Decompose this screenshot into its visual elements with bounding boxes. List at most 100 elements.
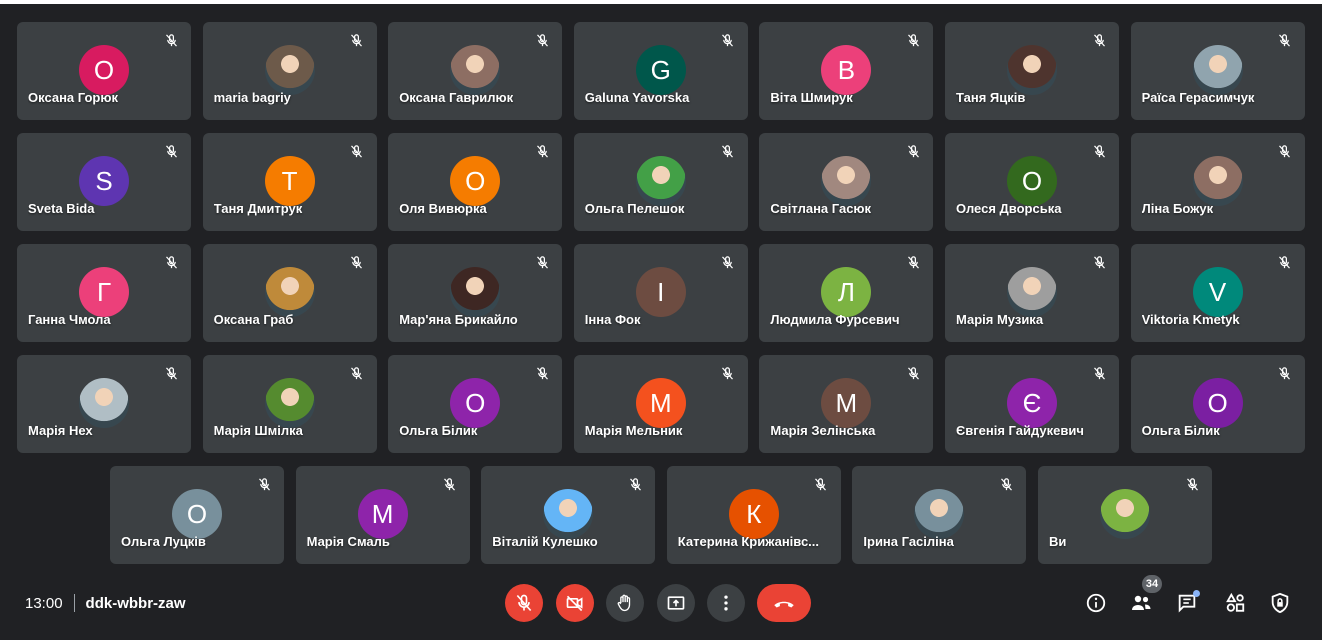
participant-tile[interactable]: Марія Музика (945, 244, 1119, 342)
present-screen-button[interactable] (657, 584, 695, 622)
participant-tile[interactable]: Мар'яна Брикайло (388, 244, 563, 342)
participant-photo (543, 489, 594, 539)
participant-photo (264, 267, 315, 317)
participant-avatar: О (1007, 156, 1057, 206)
participant-tile[interactable]: Оксана Граб (202, 244, 377, 342)
participant-tile[interactable]: М Марія Зелінська (759, 355, 934, 453)
raise-hand-button[interactable] (606, 584, 644, 622)
microphone-off-icon (722, 366, 734, 380)
participant-avatar: Л (821, 267, 872, 317)
participant-tile[interactable]: V Viktoria Kmetyk (1130, 244, 1305, 342)
people-button[interactable] (1128, 590, 1154, 616)
camera-toggle-button[interactable] (556, 584, 594, 622)
muted-mic-indicator (1089, 141, 1109, 161)
microphone-off-icon (1279, 366, 1291, 380)
participant-tile[interactable]: Ви (1038, 466, 1212, 564)
muted-mic-indicator (1275, 363, 1295, 383)
participant-tile[interactable]: О Ольга Луцків (110, 466, 284, 564)
leave-call-button[interactable] (757, 584, 811, 622)
microphone-off-icon (1000, 477, 1012, 491)
participant-tile[interactable]: Світлана Гасюк (759, 133, 934, 231)
meeting-time: 13:00 (25, 594, 63, 612)
meeting-info-button[interactable] (1083, 590, 1109, 616)
participant-tile[interactable]: Віталій Кулешко (481, 466, 656, 564)
muted-mic-indicator (718, 30, 738, 50)
participant-photo (450, 45, 501, 95)
participant-tile[interactable]: Ольга Пелешок (573, 133, 748, 231)
participant-photo (79, 378, 129, 428)
participant-tile[interactable]: Л Людмила Фурсевич (759, 244, 934, 342)
participant-name: Оксана Граб (213, 312, 294, 327)
host-controls-button[interactable] (1267, 590, 1293, 616)
muted-mic-indicator (903, 252, 923, 272)
participant-avatar: М (821, 378, 872, 428)
participant-tile[interactable]: Г Ганна Чмола (17, 244, 191, 342)
more-options-button[interactable] (707, 584, 745, 622)
participant-photo (821, 156, 872, 206)
participant-tile[interactable]: М Марія Мельник (573, 355, 748, 453)
participant-tile[interactable]: Раїса Герасимчук (1130, 22, 1305, 120)
participant-avatar: М (357, 489, 408, 539)
participant-tile[interactable]: Ліна Божук (1130, 133, 1305, 231)
divider (73, 594, 75, 612)
participant-name: Віталій Кулешко (492, 534, 598, 549)
participant-tile[interactable]: Марія Нех (17, 355, 191, 453)
more-options-icon (724, 595, 728, 611)
participant-tile[interactable]: S Sveta Bida (17, 133, 191, 231)
participant-tile[interactable]: О Ольга Білик (1130, 355, 1305, 453)
bottom-bar: 13:00 ddk-wbbr-zaw 34 (0, 570, 1322, 640)
participant-photo (1007, 267, 1057, 317)
participant-tile[interactable]: О Оля Вивюрка (388, 133, 563, 231)
muted-mic-indicator (1275, 30, 1295, 50)
microphone-off-icon (536, 33, 548, 47)
muted-mic-indicator (1275, 252, 1295, 272)
microphone-off-icon (351, 255, 363, 269)
participant-name: Марія Шмілка (213, 423, 303, 438)
participant-tile[interactable]: Марія Шмілка (202, 355, 377, 453)
participant-tile[interactable]: Т Таня Дмитрук (202, 133, 377, 231)
participant-name: Раїса Герасимчук (1141, 90, 1255, 105)
muted-mic-indicator (347, 30, 367, 50)
muted-mic-indicator (811, 474, 831, 494)
microphone-off-icon (629, 477, 641, 491)
muted-mic-indicator (161, 252, 181, 272)
participant-tile[interactable]: К Катерина Крижанівс... (666, 466, 841, 564)
participant-name: Катерина Крижанівс... (677, 534, 820, 549)
microphone-off-icon (815, 477, 827, 491)
muted-mic-indicator (625, 474, 645, 494)
participant-avatar: Т (264, 156, 315, 206)
muted-mic-indicator (1089, 252, 1109, 272)
participant-name: Ліна Божук (1141, 201, 1214, 216)
participant-grid: О Оксана Горюк maria bagriy Оксана Гаврилюк… (0, 0, 1322, 570)
participant-tile[interactable]: В Віта Шмирук (759, 22, 934, 120)
activities-icon (1226, 592, 1245, 612)
participant-name: Ви (1049, 534, 1067, 549)
participant-tile[interactable]: Таня Яцків (945, 22, 1119, 120)
participant-tile[interactable]: О Ольга Білик (388, 355, 563, 453)
participant-tile[interactable]: Оксана Гаврилюк (388, 22, 563, 120)
participant-photo (1192, 45, 1243, 95)
microphone-off-icon (722, 255, 734, 269)
muted-mic-indicator (532, 252, 552, 272)
participant-avatar: S (79, 156, 129, 206)
participant-photo (264, 378, 315, 428)
participant-name: Оксана Горюк (28, 90, 118, 105)
activities-button[interactable] (1222, 590, 1248, 616)
participant-tile[interactable]: О Оксана Горюк (17, 22, 191, 120)
participant-tile[interactable]: І Інна Фок (573, 244, 748, 342)
participant-tile[interactable]: G Galuna Yavorska (573, 22, 748, 120)
participant-avatar: V (1192, 267, 1243, 317)
participant-tile[interactable]: М Марія Смаль (295, 466, 470, 564)
participant-name: Марія Зелінська (770, 423, 876, 438)
microphone-toggle-button[interactable] (505, 584, 543, 622)
participant-tile[interactable]: Ірина Гасіліна (852, 466, 1027, 564)
participant-tile[interactable]: Є Євгенія Гайдукевич (945, 355, 1119, 453)
microphone-off-icon (351, 366, 363, 380)
camera-off-icon (566, 595, 583, 612)
participant-tile[interactable]: О Олеся Дворська (945, 133, 1119, 231)
participant-name: Ольга Білик (399, 423, 478, 438)
microphone-off-icon (165, 255, 177, 269)
microphone-off-icon (1279, 255, 1291, 269)
participant-tile[interactable]: maria bagriy (202, 22, 377, 120)
participant-name: Viktoria Kmetyk (1141, 312, 1240, 327)
